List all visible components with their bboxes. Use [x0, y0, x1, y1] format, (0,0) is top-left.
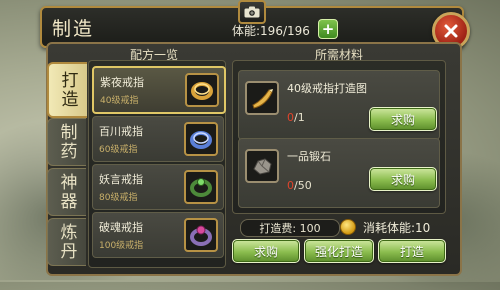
tab-alchemy[interactable]: 炼丹	[47, 218, 86, 266]
gold-ring-icon	[185, 73, 219, 107]
recipe-item-pohun[interactable]: 破魂戒指 100级戒指	[92, 212, 224, 258]
recipe-level: 60级戒指	[99, 145, 138, 155]
stamina-value: 196/196	[260, 24, 310, 38]
enhance-forge-button[interactable]: 强化打造	[304, 239, 374, 263]
material-need: /1	[294, 111, 305, 124]
purple-ring-icon	[184, 218, 218, 252]
material-name: 40级戒指打造图	[287, 82, 367, 95]
stamina-display: 体能:196/196	[232, 22, 310, 39]
recipe-name: 百川戒指	[99, 125, 143, 138]
material-count: 0/1	[287, 111, 305, 124]
tab-forge[interactable]: 打造	[47, 62, 87, 118]
gold-coin-icon	[340, 219, 356, 235]
recipe-name: 紫夜戒指	[100, 76, 144, 89]
horn-blueprint-icon	[245, 81, 279, 115]
recipe-item-ziye[interactable]: 紫夜戒指 40级戒指	[92, 66, 226, 114]
blue-ring-icon	[184, 122, 218, 156]
add-stamina-button[interactable]: +	[318, 19, 338, 39]
material-have: 0	[287, 179, 294, 192]
tab-artifact[interactable]: 神器	[47, 168, 86, 216]
recipe-name: 妖言戒指	[99, 173, 143, 186]
window-title: 制造	[52, 18, 95, 40]
stamina-cost: 消耗体能:10	[363, 221, 431, 235]
plus-icon: +	[321, 19, 335, 38]
camera-icon	[244, 6, 260, 18]
material-count: 0/50	[287, 179, 312, 192]
green-ring-icon	[184, 170, 218, 204]
buy-button[interactable]: 求购	[232, 239, 300, 263]
recipe-level: 80级戒指	[99, 193, 138, 203]
buy-ore-button[interactable]: 求购	[369, 167, 437, 191]
buy-blueprint-button[interactable]: 求购	[369, 107, 437, 131]
material-item-blueprint: 40级戒指打造图 0/1 求购	[238, 70, 440, 140]
camera-button[interactable]	[238, 0, 266, 24]
material-item-ore: 一品锻石 0/50 求购	[238, 138, 440, 208]
recipe-item-yaoyan[interactable]: 妖言戒指 80级戒指	[92, 164, 224, 210]
close-icon	[444, 24, 458, 38]
ore-stone-icon	[245, 149, 279, 183]
stamina-label: 体能:	[232, 24, 261, 38]
recipe-item-baichuan[interactable]: 百川戒指 60级戒指	[92, 116, 224, 162]
material-have: 0	[287, 111, 294, 124]
forge-button[interactable]: 打造	[378, 239, 446, 263]
tab-medicine[interactable]: 制药	[47, 118, 86, 166]
tab-artifact-label: 神器	[56, 173, 77, 211]
recipe-name: 破魂戒指	[99, 221, 143, 234]
recipe-level: 100级戒指	[99, 241, 144, 251]
tab-forge-label: 打造	[57, 71, 78, 109]
recipe-level: 40级戒指	[100, 96, 139, 106]
forge-fee: 打造费: 100	[240, 219, 340, 237]
tab-alchemy-label: 炼丹	[56, 223, 77, 261]
material-need: /50	[294, 179, 312, 192]
material-name: 一品锻石	[287, 150, 331, 163]
tab-medicine-label: 制药	[56, 123, 77, 161]
